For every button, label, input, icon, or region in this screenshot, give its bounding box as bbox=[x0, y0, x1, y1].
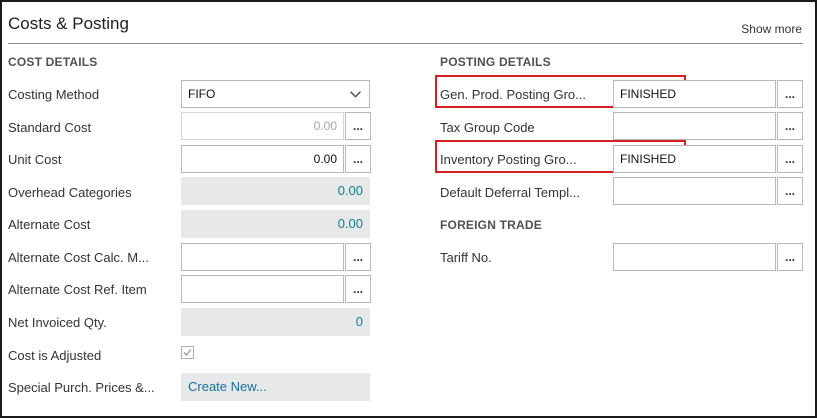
standard-cost-field: 0.00 bbox=[181, 112, 344, 140]
gen-prod-posting-field[interactable]: FINISHED bbox=[613, 80, 776, 108]
inventory-posting-lookup-button[interactable]: ... bbox=[777, 145, 803, 173]
tariff-no-lookup-button[interactable]: ... bbox=[777, 243, 803, 271]
costing-method-value: FIFO bbox=[188, 87, 216, 101]
tax-group-code-field[interactable] bbox=[613, 112, 776, 140]
cost-is-adjusted-label: Cost is Adjusted bbox=[8, 348, 102, 363]
gen-prod-posting-lookup-button[interactable]: ... bbox=[777, 80, 803, 108]
net-invoiced-qty-label: Net Invoiced Qty. bbox=[8, 315, 107, 330]
panel-title: Costs & Posting bbox=[8, 14, 129, 33]
foreign-trade-heading: FOREIGN TRADE bbox=[440, 218, 542, 232]
show-more-link[interactable]: Show more bbox=[741, 22, 802, 36]
alt-cost-ref-field[interactable] bbox=[181, 275, 344, 303]
special-purch-label: Special Purch. Prices &... bbox=[8, 380, 155, 395]
overhead-categories-label: Overhead Categories bbox=[8, 185, 132, 200]
costs-posting-panel: Costs & Posting Show more COST DETAILS C… bbox=[0, 0, 817, 418]
costing-method-select[interactable]: FIFO bbox=[181, 80, 370, 108]
standard-cost-lookup-button[interactable]: ... bbox=[345, 112, 371, 140]
alt-cost-ref-label: Alternate Cost Ref. Item bbox=[8, 282, 147, 297]
tariff-no-label: Tariff No. bbox=[440, 250, 492, 265]
default-deferral-lookup-button[interactable]: ... bbox=[777, 177, 803, 205]
title-divider bbox=[8, 43, 803, 44]
tax-group-code-label: Tax Group Code bbox=[440, 120, 535, 135]
standard-cost-label: Standard Cost bbox=[8, 120, 92, 135]
tariff-no-field[interactable] bbox=[613, 243, 776, 271]
gen-prod-posting-label: Gen. Prod. Posting Gro... bbox=[440, 87, 586, 102]
costing-method-label: Costing Method bbox=[8, 87, 100, 102]
alternate-cost-label: Alternate Cost bbox=[8, 217, 91, 232]
alt-cost-ref-lookup-button[interactable]: ... bbox=[345, 275, 371, 303]
cost-is-adjusted-checkbox bbox=[181, 346, 194, 359]
default-deferral-field[interactable] bbox=[613, 177, 776, 205]
check-icon bbox=[183, 349, 192, 356]
unit-cost-label: Unit Cost bbox=[8, 152, 62, 167]
net-invoiced-qty-field[interactable]: 0 bbox=[181, 308, 370, 336]
inventory-posting-label: Inventory Posting Gro... bbox=[440, 152, 577, 167]
cost-details-heading: COST DETAILS bbox=[8, 55, 98, 69]
alt-cost-calc-lookup-button[interactable]: ... bbox=[345, 243, 371, 271]
posting-details-heading: POSTING DETAILS bbox=[440, 55, 551, 69]
tax-group-code-lookup-button[interactable]: ... bbox=[777, 112, 803, 140]
overhead-categories-field[interactable]: 0.00 bbox=[181, 177, 370, 205]
alt-cost-calc-label: Alternate Cost Calc. M... bbox=[8, 250, 149, 265]
alternate-cost-field[interactable]: 0.00 bbox=[181, 210, 370, 238]
create-new-link[interactable]: Create New... bbox=[181, 373, 370, 401]
alt-cost-calc-field[interactable] bbox=[181, 243, 344, 271]
inventory-posting-field[interactable]: FINISHED bbox=[613, 145, 776, 173]
chevron-down-icon bbox=[350, 91, 361, 98]
default-deferral-label: Default Deferral Templ... bbox=[440, 185, 580, 200]
unit-cost-field[interactable]: 0.00 bbox=[181, 145, 344, 173]
unit-cost-lookup-button[interactable]: ... bbox=[345, 145, 371, 173]
